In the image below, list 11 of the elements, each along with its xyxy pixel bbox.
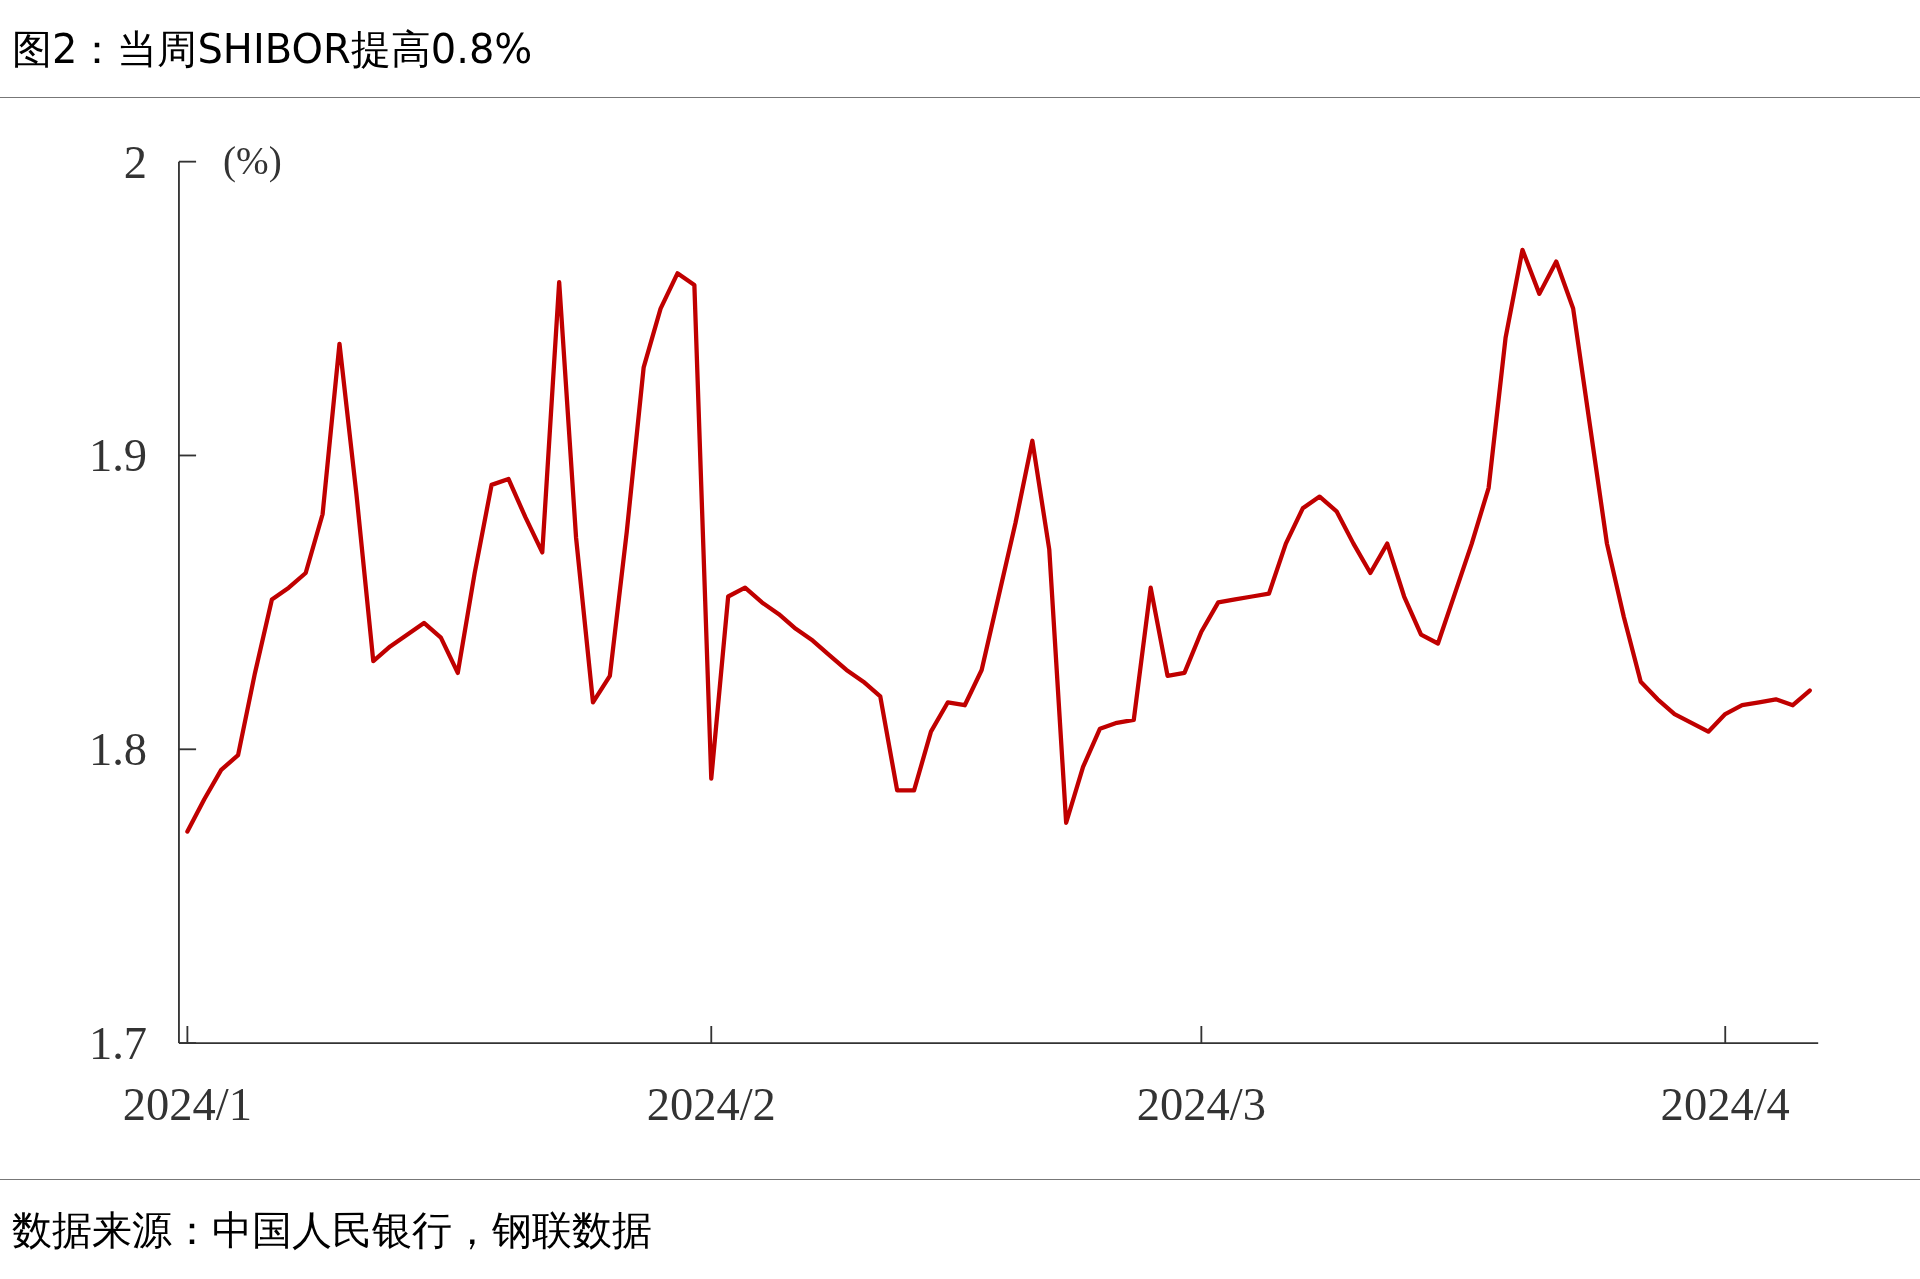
y-unit-label: (%): [223, 138, 282, 182]
figure-title: 图2：当周SHIBOR提高0.8%: [12, 24, 533, 74]
x-tick-label: 2024/2: [646, 1079, 776, 1131]
y-tick-label: 1.8: [88, 724, 148, 776]
y-tick-label: 1.7: [88, 1018, 148, 1069]
y-tick-label: 1.9: [88, 430, 148, 482]
source-note: 数据来源：中国人民银行，钢联数据: [12, 1205, 652, 1255]
y-tick-label: 2: [123, 136, 148, 188]
x-tick-label: 2024/1: [122, 1079, 252, 1131]
x-tick-label: 2024/3: [1136, 1079, 1266, 1131]
x-tick-label: 2024/4: [1660, 1079, 1790, 1131]
